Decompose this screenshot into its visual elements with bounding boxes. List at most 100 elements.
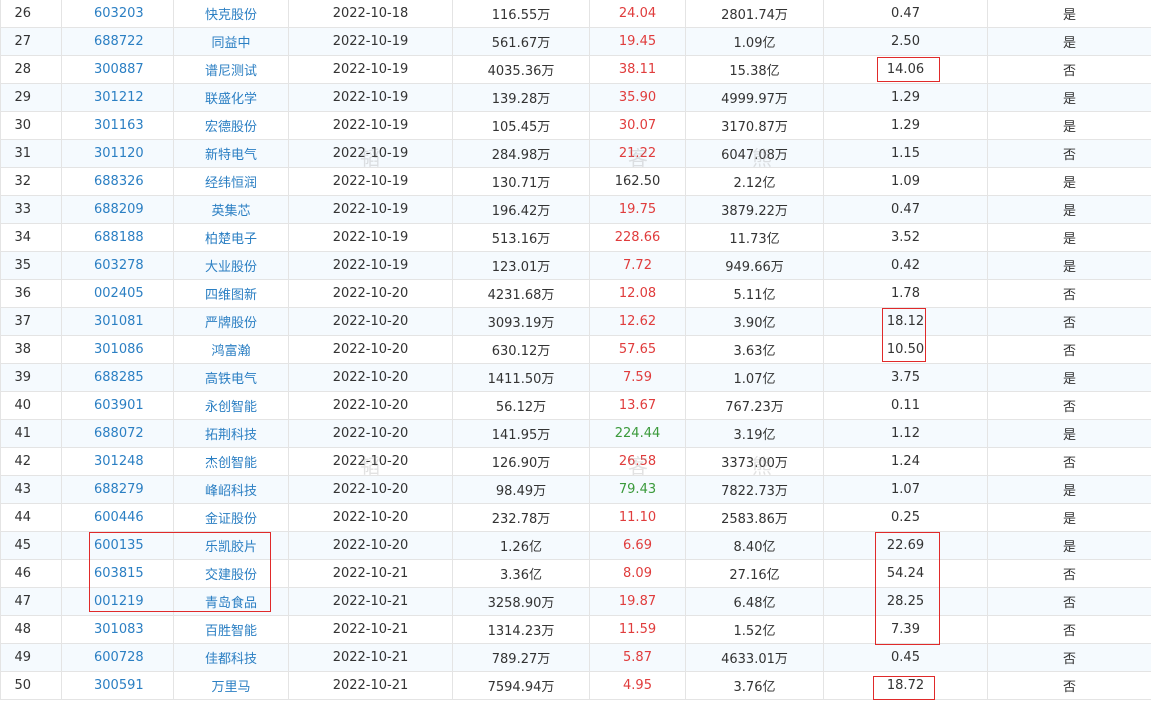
stock-code-link[interactable]: 688279 [61,475,174,504]
market-cap-value: 1.52亿 [685,615,824,644]
flag-value: 否 [987,391,1151,420]
stock-name-link[interactable]: 快克股份 [173,0,289,28]
stock-code-link[interactable]: 301086 [61,335,174,364]
market-cap-value: 8.40亿 [685,531,824,560]
amount-value: 4231.68万 [452,279,590,308]
listing-date: 2022-10-21 [288,559,453,588]
stock-code-link[interactable]: 688209 [61,195,174,224]
ratio-value: 0.25 [823,503,988,532]
market-cap-value: 5.11亿 [685,279,824,308]
row-index: 41 [0,419,62,448]
price-value: 19.45 [589,27,686,56]
flag-value: 是 [987,223,1151,252]
stock-name-link[interactable]: 峰岹科技 [173,475,289,504]
stock-name-link[interactable]: 高铁电气 [173,363,289,392]
stock-name-link[interactable]: 大业股份 [173,251,289,280]
row-index: 46 [0,559,62,588]
stock-name-link[interactable]: 百胜智能 [173,615,289,644]
stock-name-link[interactable]: 经纬恒润 [173,167,289,196]
stock-code-link[interactable]: 301083 [61,615,174,644]
stock-name-link[interactable]: 严牌股份 [173,307,289,336]
amount-value: 130.71万 [452,167,590,196]
stock-code-link[interactable]: 301248 [61,447,174,476]
stock-code-link[interactable]: 301212 [61,83,174,112]
listing-date: 2022-10-21 [288,643,453,672]
stock-name-link[interactable]: 谱尼测试 [173,55,289,84]
market-cap-value: 3.76亿 [685,671,824,700]
ratio-value: 0.42 [823,251,988,280]
stock-code-link[interactable]: 300591 [61,671,174,700]
stock-name-link[interactable]: 联盛化学 [173,83,289,112]
listing-date: 2022-10-19 [288,167,453,196]
amount-value: 196.42万 [452,195,590,224]
row-index: 35 [0,251,62,280]
table-row: 32 688326 经纬恒润 2022-10-19 130.71万 162.50 2.12亿… [0,167,1151,196]
stock-name-link[interactable]: 万里马 [173,671,289,700]
stock-code-link[interactable]: 300887 [61,55,174,84]
stock-name-link[interactable]: 柏楚电子 [173,223,289,252]
price-value: 19.87 [589,587,686,616]
row-index: 49 [0,643,62,672]
stock-name-link[interactable]: 宏德股份 [173,111,289,140]
flag-value: 是 [987,111,1151,140]
market-cap-value: 2583.86万 [685,503,824,532]
stock-name-link[interactable]: 乐凯胶片 [173,531,289,560]
flag-value: 是 [987,503,1151,532]
stock-name-link[interactable]: 佳都科技 [173,643,289,672]
stock-code-link[interactable]: 603901 [61,391,174,420]
stock-code-link[interactable]: 002405 [61,279,174,308]
listing-date: 2022-10-20 [288,391,453,420]
amount-value: 139.28万 [452,83,590,112]
table-row: 42 301248 杰创智能 2022-10-20 126.90万 26.58 3373.0… [0,447,1151,476]
market-cap-value: 3.90亿 [685,307,824,336]
stock-code-link[interactable]: 688188 [61,223,174,252]
stock-code-link[interactable]: 603815 [61,559,174,588]
stock-name-link[interactable]: 鸿富瀚 [173,335,289,364]
stock-code-link[interactable]: 301081 [61,307,174,336]
stock-code-link[interactable]: 301120 [61,139,174,168]
stock-name-link[interactable]: 拓荆科技 [173,419,289,448]
row-index: 28 [0,55,62,84]
ratio-value: 0.47 [823,0,988,28]
price-value: 228.66 [589,223,686,252]
flag-value: 否 [987,447,1151,476]
stock-code-link[interactable]: 600446 [61,503,174,532]
amount-value: 561.67万 [452,27,590,56]
market-cap-value: 949.66万 [685,251,824,280]
flag-value: 否 [987,279,1151,308]
stock-name-link[interactable]: 四维图新 [173,279,289,308]
stock-code-link[interactable]: 688072 [61,419,174,448]
ratio-value: 2.50 [823,27,988,56]
market-cap-value: 3.63亿 [685,335,824,364]
market-cap-value: 1.07亿 [685,363,824,392]
stock-name-link[interactable]: 交建股份 [173,559,289,588]
market-cap-value: 3170.87万 [685,111,824,140]
row-index: 37 [0,307,62,336]
stock-code-link[interactable]: 603278 [61,251,174,280]
amount-value: 3.36亿 [452,559,590,588]
stock-code-link[interactable]: 001219 [61,587,174,616]
stock-name-link[interactable]: 金证股份 [173,503,289,532]
stock-name-link[interactable]: 永创智能 [173,391,289,420]
stock-code-link[interactable]: 688285 [61,363,174,392]
table-row: 48 301083 百胜智能 2022-10-21 1314.23万 11.59 1.52亿… [0,615,1151,644]
stock-name-link[interactable]: 青岛食品 [173,587,289,616]
row-index: 30 [0,111,62,140]
stock-code-link[interactable]: 603203 [61,0,174,28]
stock-name-link[interactable]: 杰创智能 [173,447,289,476]
listing-date: 2022-10-20 [288,335,453,364]
stock-name-link[interactable]: 新特电气 [173,139,289,168]
row-index: 33 [0,195,62,224]
stock-code-link[interactable]: 600728 [61,643,174,672]
stock-code-link[interactable]: 688326 [61,167,174,196]
ratio-value: 14.06 [823,55,988,84]
stock-name-link[interactable]: 英集芯 [173,195,289,224]
stock-code-link[interactable]: 688722 [61,27,174,56]
row-index: 38 [0,335,62,364]
stock-code-link[interactable]: 301163 [61,111,174,140]
stock-code-link[interactable]: 600135 [61,531,174,560]
flag-value: 否 [987,643,1151,672]
table-row: 28 300887 谱尼测试 2022-10-19 4035.36万 38.11 15.38… [0,55,1151,84]
stock-name-link[interactable]: 同益中 [173,27,289,56]
table-row: 29 301212 联盛化学 2022-10-19 139.28万 35.90 4999.9… [0,83,1151,112]
